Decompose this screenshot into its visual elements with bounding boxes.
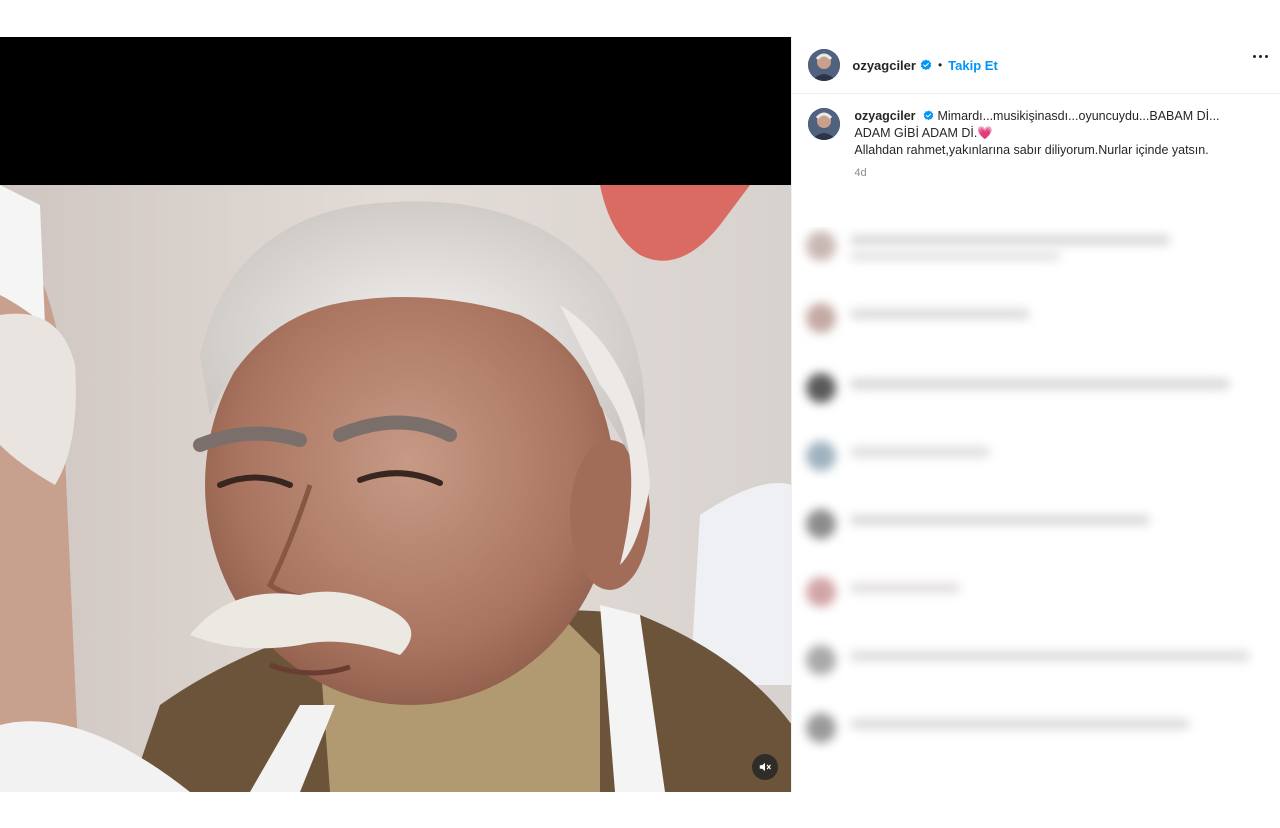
blurred-comment [806, 369, 1266, 409]
post-timestamp[interactable]: 4d [854, 165, 1219, 182]
mute-button[interactable] [752, 754, 778, 780]
heart-emoji: 💗 [977, 126, 993, 140]
video-still-image [0, 185, 792, 792]
blurred-comment [806, 641, 1266, 681]
post-caption: ozyagciler Mimardı...musikişinasdı...oyu… [792, 94, 1280, 182]
verified-badge-icon [923, 110, 934, 121]
caption-avatar[interactable] [808, 108, 841, 140]
blurred-comments-list [792, 227, 1280, 792]
blurred-comment [806, 709, 1266, 749]
instagram-post: ozyagciler • Takip Et ozyagciler Mimardı… [0, 37, 1280, 792]
blurred-comment [806, 573, 1266, 613]
blurred-comment [806, 299, 1266, 339]
video-frame[interactable] [0, 185, 792, 792]
caption-line-3: Allahdan rahmet,yakınlarına sabır diliyo… [854, 143, 1209, 157]
more-options-icon[interactable] [1253, 55, 1268, 58]
video-letterbox [0, 37, 792, 185]
caption-text: ozyagciler Mimardı...musikişinasdı...oyu… [854, 108, 1219, 182]
avatar-image [808, 49, 841, 81]
caption-line-1: Mimardı...musikişinasdı...oyuncuydu...BA… [937, 109, 1220, 123]
separator-dot: • [937, 58, 943, 72]
audio-muted-icon [759, 762, 771, 772]
username[interactable]: ozyagciler [852, 58, 916, 73]
follow-button[interactable]: Takip Et [948, 58, 998, 73]
blurred-comment [806, 437, 1266, 477]
caption-line-2: ADAM GİBİ ADAM Dİ. [854, 126, 978, 140]
post-media[interactable] [0, 37, 792, 792]
blurred-comment [806, 505, 1266, 545]
post-header: ozyagciler • Takip Et [792, 37, 1280, 94]
caption-username[interactable]: ozyagciler [854, 109, 915, 123]
avatar-image [808, 108, 841, 140]
verified-badge-icon [920, 59, 932, 71]
avatar[interactable] [808, 49, 841, 81]
blurred-comment [806, 227, 1266, 267]
post-sidebar: ozyagciler • Takip Et ozyagciler Mimardı… [791, 37, 1280, 792]
